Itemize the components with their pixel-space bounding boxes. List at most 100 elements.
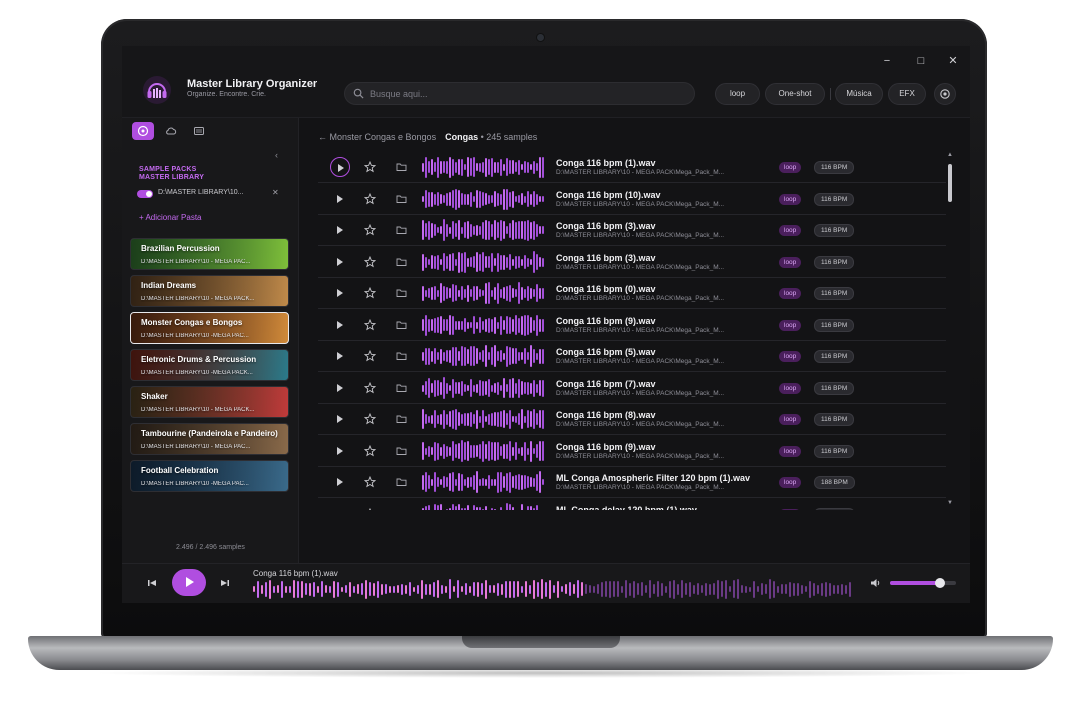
add-folder-button[interactable]: + Adicionar Pasta <box>139 213 201 222</box>
search-input[interactable] <box>370 86 680 102</box>
next-track-icon[interactable] <box>219 577 231 589</box>
tab-list[interactable] <box>188 122 210 140</box>
favorite-star-icon[interactable] <box>364 381 376 394</box>
open-folder-icon[interactable] <box>396 288 407 298</box>
sample-row[interactable]: ML Conga delay 120 bpm (1).wavD:\MASTER … <box>318 499 946 511</box>
play-sample-button[interactable] <box>330 157 350 177</box>
scroll-thumb[interactable] <box>948 164 952 202</box>
breadcrumb-back-link[interactable]: ← Monster Congas e Bongos <box>318 132 436 142</box>
pack-card[interactable]: Monster Congas e Bongos D:\MASTER LIBRARY… <box>130 312 289 344</box>
pack-card[interactable]: Football Celebration D:\MASTER LIBRARY\10… <box>130 460 289 492</box>
bpm-badge[interactable]: 120 BPM <box>814 507 855 510</box>
bpm-badge[interactable]: 116 BPM <box>814 318 855 332</box>
pack-card[interactable]: Brazilian Percussion D:\MASTER LIBRARY\10… <box>130 238 289 270</box>
filter-loop-button[interactable]: loop <box>715 83 760 105</box>
favorite-star-icon[interactable] <box>364 161 376 173</box>
open-folder-icon[interactable] <box>396 162 407 172</box>
bpm-badge[interactable]: 188 BPM <box>814 476 855 489</box>
folder-toggle[interactable] <box>137 190 153 198</box>
search-box[interactable] <box>344 82 695 105</box>
play-sample-button[interactable] <box>330 189 350 209</box>
bpm-badge[interactable]: 116 BPM <box>814 192 855 206</box>
play-sample-button[interactable] <box>330 346 350 366</box>
play-sample-button[interactable] <box>330 504 350 510</box>
open-folder-icon[interactable] <box>396 446 407 456</box>
sample-type-badge[interactable]: loop <box>779 193 802 205</box>
pack-card[interactable]: Tambourine (Pandeirola e Pandeiro) D:\MAS… <box>130 423 289 455</box>
sample-row[interactable]: Conga 116 bpm (9).wav D:\MASTER LIBRARY\1… <box>318 310 946 341</box>
favorite-star-icon[interactable] <box>364 192 376 205</box>
play-sample-button[interactable] <box>330 220 350 240</box>
bpm-badge[interactable]: 116 BPM <box>814 287 855 300</box>
scrollbar[interactable]: ▲ ▼ <box>947 152 953 510</box>
favorite-star-icon[interactable] <box>364 444 376 457</box>
open-folder-icon[interactable] <box>396 509 407 511</box>
sample-waveform[interactable] <box>422 471 546 493</box>
pack-card[interactable]: Indian Dreams D:\MASTER LIBRARY\10 - MEGA… <box>130 275 289 307</box>
open-folder-icon[interactable] <box>396 257 407 267</box>
sample-row[interactable]: Conga 116 bpm (3).wav D:\MASTER LIBRARY\1… <box>318 247 946 278</box>
scroll-down-arrow-icon[interactable]: ▼ <box>947 500 953 506</box>
play-sample-button[interactable] <box>330 472 350 492</box>
open-folder-icon[interactable] <box>396 351 407 361</box>
sample-waveform[interactable] <box>422 156 546 178</box>
sample-waveform[interactable] <box>422 314 546 336</box>
settings-button[interactable] <box>934 83 956 105</box>
play-sample-button[interactable] <box>330 441 350 461</box>
open-folder-icon[interactable] <box>396 477 407 487</box>
sample-type-badge[interactable]: loop <box>779 288 802 299</box>
sample-type-badge[interactable]: loop <box>779 477 802 488</box>
sample-type-badge[interactable]: loop <box>779 256 802 268</box>
open-folder-icon[interactable] <box>396 414 407 424</box>
tab-library[interactable] <box>132 122 154 140</box>
play-sample-button[interactable] <box>330 252 350 272</box>
collapse-sidebar-button[interactable]: ‹ <box>275 150 278 160</box>
sample-type-badge[interactable]: loop <box>779 162 802 173</box>
sample-type-badge[interactable]: loop <box>779 445 802 457</box>
bpm-badge[interactable]: 116 BPM <box>814 381 855 395</box>
volume-icon[interactable] <box>870 578 882 588</box>
sample-type-badge[interactable]: loop <box>779 508 802 510</box>
sample-row[interactable]: Conga 116 bpm (3).wav D:\MASTER LIBRARY\1… <box>318 215 946 246</box>
filter-musica-button[interactable]: Música <box>835 83 883 105</box>
filter-efx-button[interactable]: EFX <box>888 83 926 105</box>
sample-waveform[interactable] <box>422 282 546 304</box>
favorite-star-icon[interactable] <box>364 507 376 511</box>
sample-row[interactable]: ML Conga Amospheric Filter 120 bpm (1).w… <box>318 467 946 498</box>
bpm-badge[interactable]: 116 BPM <box>814 255 855 269</box>
close-button[interactable]: ✕ <box>946 54 960 68</box>
scroll-up-arrow-icon[interactable]: ▲ <box>947 152 953 158</box>
sample-type-badge[interactable]: loop <box>779 351 802 362</box>
sample-waveform[interactable] <box>422 408 546 430</box>
bpm-badge[interactable]: 116 BPM <box>814 161 855 174</box>
minimize-button[interactable]: − <box>880 54 894 68</box>
open-folder-icon[interactable] <box>396 383 407 393</box>
open-folder-icon[interactable] <box>396 194 407 204</box>
sample-row[interactable]: Conga 116 bpm (0).wav D:\MASTER LIBRARY\1… <box>318 278 946 309</box>
sample-type-badge[interactable]: loop <box>779 414 802 425</box>
pack-card[interactable]: Shaker D:\MASTER LIBRARY\10 - MEGA PACK..… <box>130 386 289 418</box>
sample-waveform[interactable] <box>422 250 546 273</box>
favorite-star-icon[interactable] <box>364 350 376 362</box>
play-sample-button[interactable] <box>330 315 350 335</box>
sample-waveform[interactable] <box>422 502 546 510</box>
sample-waveform[interactable] <box>422 188 546 210</box>
volume-slider[interactable] <box>890 578 956 588</box>
favorite-star-icon[interactable] <box>364 318 376 331</box>
sample-row[interactable]: Conga 116 bpm (7).wav D:\MASTER LIBRARY\1… <box>318 373 946 404</box>
favorite-star-icon[interactable] <box>364 255 376 268</box>
play-sample-button[interactable] <box>330 378 350 398</box>
maximize-button[interactable]: □ <box>914 54 928 68</box>
sample-type-badge[interactable]: loop <box>779 225 802 236</box>
player-waveform[interactable] <box>253 579 859 599</box>
bpm-badge[interactable]: 116 BPM <box>814 413 855 426</box>
tab-cloud[interactable] <box>160 122 182 140</box>
bpm-badge[interactable]: 116 BPM <box>814 444 855 458</box>
favorite-star-icon[interactable] <box>364 413 376 425</box>
sample-waveform[interactable] <box>422 376 546 399</box>
previous-track-icon[interactable] <box>146 577 158 589</box>
sample-row[interactable]: Conga 116 bpm (10).wav D:\MASTER LIBRARY\… <box>318 184 946 215</box>
play-sample-button[interactable] <box>330 409 350 429</box>
favorite-star-icon[interactable] <box>364 287 376 299</box>
sample-row[interactable]: Conga 116 bpm (1).wav D:\MASTER LIBRARY\1… <box>318 152 946 183</box>
